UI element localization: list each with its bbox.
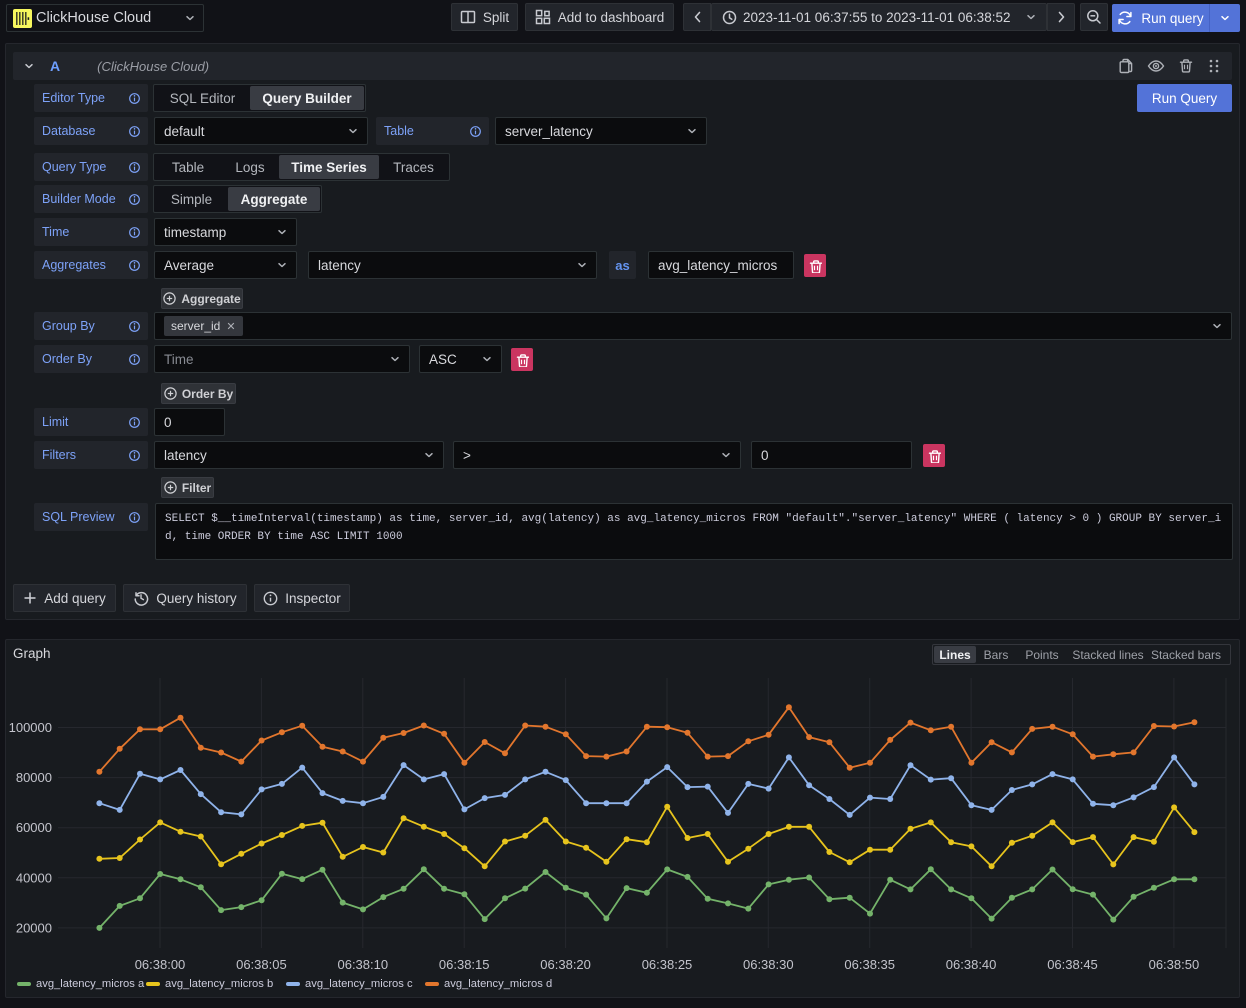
- svg-text:40000: 40000: [16, 870, 52, 885]
- svg-text:06:38:35: 06:38:35: [844, 957, 895, 972]
- svg-text:06:38:30: 06:38:30: [743, 957, 794, 972]
- svg-text:06:38:45: 06:38:45: [1047, 957, 1098, 972]
- svg-text:06:38:05: 06:38:05: [236, 957, 287, 972]
- svg-text:06:38:40: 06:38:40: [946, 957, 997, 972]
- svg-text:06:38:00: 06:38:00: [135, 957, 186, 972]
- svg-text:20000: 20000: [16, 920, 52, 935]
- svg-text:60000: 60000: [16, 820, 52, 835]
- svg-text:06:38:25: 06:38:25: [642, 957, 693, 972]
- svg-text:80000: 80000: [16, 770, 52, 785]
- svg-text:06:38:10: 06:38:10: [337, 957, 388, 972]
- svg-text:100000: 100000: [9, 720, 52, 735]
- svg-text:06:38:50: 06:38:50: [1149, 957, 1200, 972]
- svg-text:06:38:15: 06:38:15: [439, 957, 490, 972]
- svg-text:06:38:20: 06:38:20: [540, 957, 591, 972]
